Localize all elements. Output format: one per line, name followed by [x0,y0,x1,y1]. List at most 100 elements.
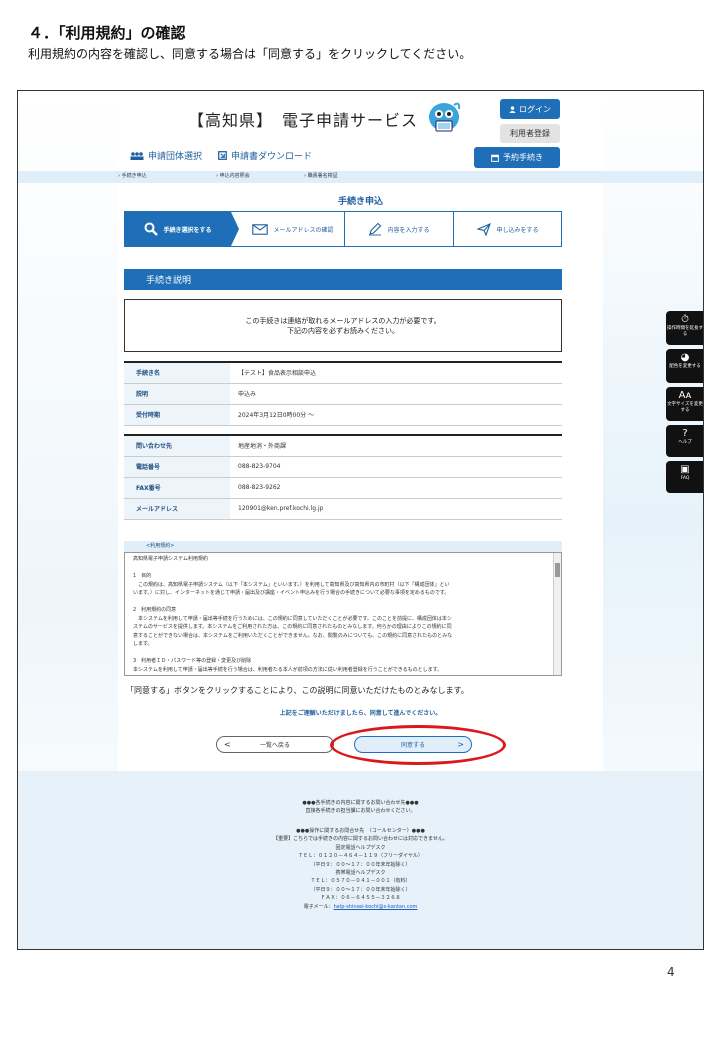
site-title: 【高知県】 電子申請サービス [188,111,419,130]
footer-line: （平日９：００～１７：００年末年始除く） [310,886,411,893]
breadcrumb-item[interactable]: › 申込内容照会 [216,172,250,179]
footer-inquiry-block: ●●●各手続きの内容に関するお問い合わせ先●●● 直接各手続きの担当課にお問い合… [18,799,703,816]
tool-font-size[interactable]: Aᴀ 文字サイズを変更する [666,387,703,421]
user-icon [509,105,516,113]
calendar-icon [491,154,499,162]
terms-scroll-area[interactable]: 高知県電子申請システム利用規約 1 目的 この規約は、高知県電子申請システム（以… [124,552,562,676]
tool-label: 文字サイズを変更する [667,402,703,413]
footer: ●●●各手続きの内容に関するお問い合わせ先●●● 直接各手続きの担当課にお問い合… [18,771,703,949]
mascot-icon [429,102,461,132]
step-input-content: 内容を入力する [345,212,453,246]
footer-line: 携帯電話ヘルプデスク [335,870,386,877]
table-header-cell: FAX番号 [124,477,230,499]
terms-line [133,564,547,573]
proceed-note: 上記をご理解いただけましたら、同意して進んでください。 [279,710,442,717]
step-select-procedure: 手続き選択をする [125,212,231,246]
nav-group-select[interactable]: 申請団体選択 [130,149,202,162]
footer-callcenter-block: ●●●操作に関するお問合せ先 （コールセンター）●●● 【重要】こちらでは手続き… [18,827,703,911]
table-row: 説明 申込み [124,383,562,405]
back-to-list-button[interactable]: < 一覧へ戻る [216,736,334,753]
faq-icon: ▣ [680,464,690,475]
tool-change-color[interactable]: ◕ 配色を変更する [666,349,703,383]
tool-help[interactable]: ? ヘルプ [666,425,703,457]
screenshot-frame: 【高知県】 電子申請サービス ログイン 利用者登録 申請団体選択 申請書ダウンロ… [17,90,704,950]
footer-line: 直接各手続きの担当課にお問い合わせください。 [305,808,416,815]
footer-line: （平日９：００～１７：００年末年始除く） [310,861,411,868]
table-cell: 地産地消・外商課 [230,435,562,457]
table-cell: 2024年3月12日0時00分 ～ [230,404,562,426]
terms-body: 1 目的 この規約は、高知県電子申請システム（以下「本システム」といいます。）を… [133,564,547,675]
doc-heading: ４．「利用規約」の確認 [28,24,186,42]
login-button[interactable]: ログイン [500,99,560,119]
terms-line: します。 [133,641,153,647]
step-indicator: 手続き選択をする メールアドレスの確認 内容を入力する 申し込みをする [124,211,562,247]
terms-line [133,649,547,658]
table-cell: 120901@ken.pref.kochi.lg.jp [230,498,562,520]
breadcrumb-item[interactable]: › 手続き申込 [118,172,147,179]
send-icon [477,222,492,236]
step-label: 手続き選択をする [163,226,212,234]
table-row: 受付時期 2024年3月12日0時00分 ～ [124,404,562,426]
footer-line: 固定電話ヘルプデスク [335,844,386,851]
step-label: メールアドレスの確認 [273,226,334,234]
agree-note: 「同意する」ボタンをクリックすることにより、この説明に同意いただけたものとみなし… [126,686,469,695]
step-label: 内容を入力する [387,226,430,234]
doc-subheading: 利用規約の内容を確認し、同意する場合は「同意する」をクリックしてください。 [28,47,472,61]
terms-line: 1 目的 [133,573,152,579]
terms-line: 意することができない場合は、本システムをご利用いただくことができません。なお、閲… [133,632,453,639]
table-row: 手続き名 【テスト】食品表示相談申込 [124,362,562,384]
notice-box: この手続きは連絡が取れるメールアドレスの入力が必要です。 下記の内容を必ずお読み… [124,299,562,352]
table-row: FAX番号 088-823-9262 [124,477,562,499]
table-row: 問い合わせ先 地産地消・外商課 [124,435,562,457]
step-confirm-email: メールアドレスの確認 [241,212,345,246]
terms-line: 3 利用者ＩＤ・パスワード等の登録・変更及び削除 [133,658,252,664]
tool-label: FAQ [680,476,690,481]
table-cell: 088-823-9262 [230,477,562,499]
footer-email-line: 電子メール：help-shinsei-kochi@s-kantan.com [18,903,703,911]
register-button[interactable]: 利用者登録 [500,124,560,143]
table-cell: 088-823-9704 [230,456,562,478]
terms-line: います。）に対し、インターネットを通じて申請・届出及び講座・イベント申込みを行う… [133,590,450,596]
search-icon [144,222,159,236]
contact-table: 問い合わせ先 地産地消・外商課 電話番号 088-823-9704 FAX番号 088… [124,434,562,520]
nav-download-label: 申請書ダウンロード [231,152,313,162]
terms-line: 2 利用規約の同意 [133,607,177,613]
tool-label: 操作時間を延長する [667,326,703,337]
register-label: 利用者登録 [510,129,550,138]
table-header-cell: 説明 [124,383,230,405]
nav-group-select-label: 申請団体選択 [148,152,203,162]
table-row: メールアドレス 120901@ken.pref.kochi.lg.jp [124,498,562,520]
page-title: 手続き申込 [337,197,383,207]
table-header-cell: メールアドレス [124,498,230,520]
login-label: ログイン [519,104,551,114]
tool-label: ヘルプ [678,440,692,445]
chevron-left-icon: < [224,740,231,749]
table-header-cell: 手続き名 [124,362,230,384]
reserve-button[interactable]: 予約手続き [474,147,560,168]
notice-line: この手続きは連絡が取れるメールアドレスの入力が必要です。 [245,317,441,325]
help-icon: ? [682,428,688,439]
footer-line: ＴＥＬ：０１２０－４６４－１１９（フリーダイヤル） [298,853,423,860]
terms-scrollbar[interactable] [553,553,561,675]
table-cell: 【テスト】食品表示相談申込 [230,362,562,384]
download-icon [218,151,227,160]
table-row: 電話番号 088-823-9704 [124,456,562,478]
breadcrumb-item[interactable]: › 職責署名検証 [304,172,338,179]
page-number: 4 [667,965,675,979]
step-submit: 申し込みをする [454,212,562,246]
tool-label: 配色を変更する [669,364,701,369]
tool-faq[interactable]: ▣ FAQ [666,461,703,493]
mail-icon [252,223,269,235]
footer-email-prefix: 電子メール： [303,903,334,910]
table-header-cell: 受付時期 [124,404,230,426]
table-cell: 申込み [230,383,562,405]
terms-scrollbar-thumb[interactable] [555,563,560,577]
footer-line: ＴＥＬ：０５７０－０４１－００１（有料） [310,878,411,885]
nav-download[interactable]: 申請書ダウンロード [218,149,312,162]
back-to-list-label: 一覧へ戻る [259,742,290,749]
tool-extend-time[interactable]: ⏱ 操作時間を延長する [666,311,703,345]
footer-email-link[interactable]: help-shinsei-kochi@s-kantan.com [334,904,418,910]
section-title: 手続き説明 [124,269,562,290]
terms-line: 本システムを利用して申請・届出等手続を行うためには、この規約に同意していただくこ… [133,615,452,622]
font-size-icon: Aᴀ [678,390,692,401]
